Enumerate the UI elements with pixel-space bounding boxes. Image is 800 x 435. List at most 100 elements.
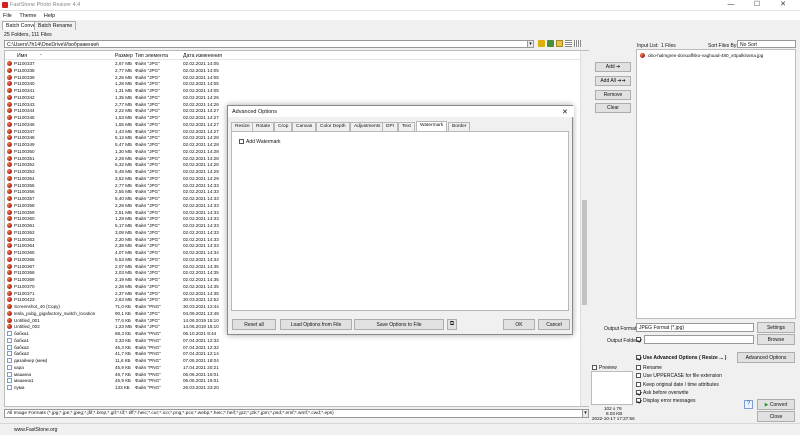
input-list[interactable]: obo-halmgren-donuaffsko-vaghuad-480_x0pa…: [636, 49, 796, 319]
help-icon[interactable]: ?: [744, 400, 753, 409]
file-name: P1100343: [14, 101, 35, 107]
remove-button[interactable]: Remove: [595, 90, 631, 100]
option-label: Rename: [643, 365, 662, 371]
filter-dropdown-button[interactable]: ▾: [582, 409, 589, 418]
clear-button[interactable]: Clear: [595, 103, 631, 113]
tab-batch-rename[interactable]: Batch Rename: [34, 21, 77, 30]
file-name: P1100340: [14, 81, 35, 87]
add-button[interactable]: Add ➔: [595, 62, 631, 72]
file-row[interactable]: P1100338 2,77 МБ Файл "JPG" 02.02.2021 14:0…: [5, 67, 585, 75]
close-button[interactable]: Close: [757, 411, 795, 422]
file-type: Файл "JPG": [135, 223, 160, 228]
ok-button[interactable]: OK: [503, 319, 535, 330]
preview-checkbox[interactable]: [592, 365, 597, 370]
image-file-icon: [7, 121, 12, 127]
image-file-icon: [7, 175, 12, 181]
file-size: 1,43 МБ: [115, 128, 133, 134]
file-row[interactable]: кара 45,9 КБ Файл "PNG" 17.04.2021 20:21: [5, 364, 585, 372]
option-checkbox[interactable]: [636, 365, 641, 370]
path-input[interactable]: C:\Users\7h14\OneDrive\Изображения\: [4, 40, 534, 48]
file-size: 41,7 КБ: [115, 351, 131, 357]
file-type: Файл "JPG": [135, 297, 160, 303]
details-view-icon[interactable]: [574, 40, 581, 47]
file-type: Файл "JPG": [135, 310, 160, 316]
png-file-icon: [7, 344, 12, 350]
file-name: P1100353: [14, 169, 35, 174]
file-size: 2,22 МБ: [115, 108, 133, 114]
output-folder-input[interactable]: [644, 335, 754, 344]
sort-files-select[interactable]: No Sort: [737, 40, 796, 48]
image-file-icon: [7, 94, 12, 100]
image-file-icon: [7, 74, 12, 80]
column-size[interactable]: Размер: [115, 53, 133, 59]
dialog-tab[interactable]: Crop: [274, 122, 293, 131]
save-options-button[interactable]: Save Options to File: [354, 319, 444, 330]
option-checkbox[interactable]: [636, 381, 641, 387]
dialog-tab[interactable]: Resize: [231, 122, 254, 131]
refresh-icon[interactable]: [547, 40, 554, 47]
list-view-icon[interactable]: [565, 40, 572, 47]
file-name: P1100360: [14, 216, 35, 222]
load-options-button[interactable]: Load Options from File: [280, 319, 352, 330]
file-row[interactable]: P1100337 2,67 МБ Файл "JPG" 02.02.2021 14:0…: [5, 61, 585, 68]
dialog-tab[interactable]: Adjustments: [350, 122, 385, 131]
file-type: Файл "JPG": [135, 324, 160, 330]
option-checkbox[interactable]: [636, 373, 641, 379]
add-watermark-checkbox[interactable]: [239, 139, 244, 144]
file-size: 2,29 МБ: [115, 155, 133, 161]
file-row[interactable]: пума 133 КБ Файл "PNG" 26.03.2021 23:20: [5, 385, 585, 392]
copy-options-icon[interactable]: ⧉: [447, 319, 457, 330]
output-format-select[interactable]: JPEG Format (*.jpg): [636, 323, 754, 332]
file-type-filter[interactable]: All Image Formats (*.jpg;*.jpe;*.jpeg;*.…: [4, 409, 589, 418]
column-date[interactable]: Дата изменения: [183, 53, 222, 59]
close-window-button[interactable]: ✕: [772, 0, 794, 10]
file-row[interactable]: P1100341 1,31 МБ Файл "JPG" 02.02.2021 14:0…: [5, 88, 585, 95]
option-checkbox[interactable]: [636, 398, 641, 404]
dialog-tab[interactable]: Color Depth: [316, 122, 350, 131]
file-row[interactable]: машина1 45,9 КБ Файл "PNG" 06.06.2021 16:01: [5, 378, 585, 385]
dialog-tab[interactable]: Text: [398, 122, 415, 131]
browse-button[interactable]: Browse: [757, 334, 795, 345]
add-all-button[interactable]: Add All ➔➔: [595, 76, 631, 86]
maximize-button[interactable]: ☐: [746, 0, 768, 10]
thumbnail-view-icon[interactable]: [556, 40, 563, 47]
file-row[interactable]: бабка2 45,3 КБ Файл "PNG" 07.04.2021 12:32: [5, 344, 585, 352]
dialog-tab[interactable]: Watermark: [416, 121, 448, 131]
folder-icon[interactable]: [538, 40, 545, 47]
file-name: P1100351: [14, 155, 35, 161]
file-type: Файл "PNG": [135, 378, 161, 384]
convert-button[interactable]: ▶ Convert: [757, 399, 795, 410]
dialog-tab[interactable]: DPI: [382, 122, 398, 131]
settings-button[interactable]: Settings: [757, 322, 795, 333]
file-row[interactable]: P1100340 1,28 МБ Файл "JPG" 02.02.2021 14:0…: [5, 81, 585, 88]
file-row[interactable]: бабка2 41,7 КБ Файл "PNG" 07.04.2021 12:14: [5, 351, 585, 358]
file-size: 71,0 КБ: [115, 304, 131, 309]
advanced-options-button[interactable]: Advanced Options: [737, 352, 795, 363]
file-row[interactable]: машина 48,7 КБ Файл "PNG" 06.06.2021 16:01: [5, 371, 585, 379]
file-row[interactable]: P1100339 2,25 МБ Файл "JPG" 02.02.2021 14:0…: [5, 74, 585, 82]
scrollbar-thumb[interactable]: [582, 200, 587, 305]
input-list-item[interactable]: obo-halmgren-donuaffsko-vaghuad-480_x0pa…: [648, 53, 763, 58]
dialog-tab[interactable]: Canvas: [292, 122, 317, 131]
dialog-tab[interactable]: Rotate: [252, 122, 275, 131]
file-row[interactable]: P1100342 1,35 МБ Файл "JPG" 02.02.2021 14:2…: [5, 94, 585, 102]
file-row[interactable]: дизайнер (мем) 11,6 КБ Файл "PNG" 07.06.202…: [5, 358, 585, 365]
option-checkbox[interactable]: [636, 389, 641, 395]
file-name: P1100346: [14, 121, 35, 127]
reset-all-button[interactable]: Reset all: [232, 319, 276, 330]
file-list-header: Имя ⌃ Размер Тип элемента Дата изменения: [5, 51, 588, 60]
file-size: 77,6 КБ: [115, 317, 131, 323]
dialog-tab[interactable]: Border: [448, 122, 471, 131]
dialog-close-icon[interactable]: ✕: [562, 108, 568, 116]
cancel-button[interactable]: Cancel: [538, 319, 570, 330]
file-row[interactable]: бабка1 3,33 КБ Файл "PNG" 07.04.2021 12:32: [5, 337, 585, 345]
use-advanced-checkbox[interactable]: [636, 355, 641, 360]
column-type[interactable]: Тип элемента: [135, 53, 168, 59]
website-link[interactable]: www.FastStone.org: [14, 427, 57, 433]
column-name[interactable]: Имя: [17, 53, 27, 59]
file-size: 2,77 МБ: [115, 101, 133, 107]
minimize-button[interactable]: —: [720, 0, 742, 10]
output-folder-checkbox[interactable]: [636, 337, 641, 342]
file-date: 02.02.2021 14:05: [183, 67, 219, 73]
path-dropdown-button[interactable]: ▾: [527, 40, 534, 48]
